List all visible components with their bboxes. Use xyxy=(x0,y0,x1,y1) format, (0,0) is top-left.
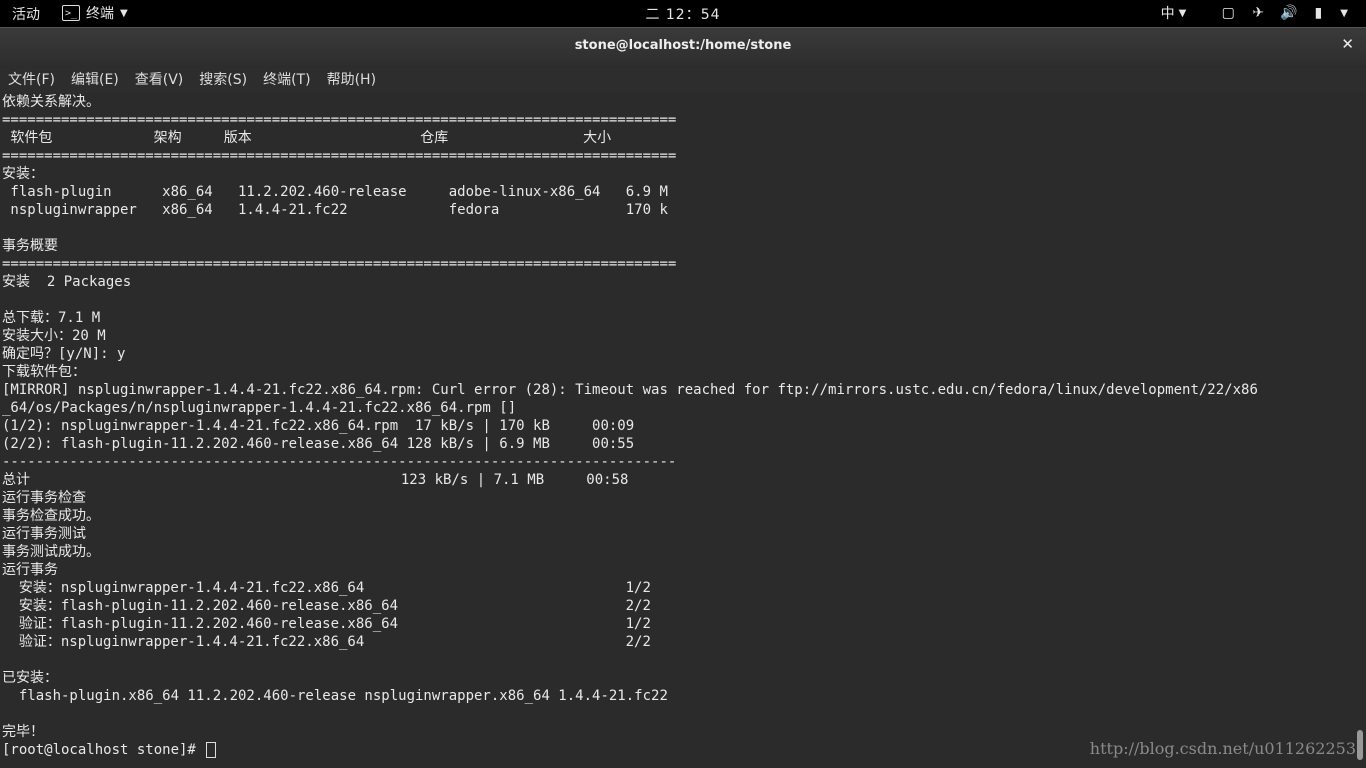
terminal-line: 运行事务测试 xyxy=(2,526,86,542)
menu-help[interactable]: 帮助(H) xyxy=(319,69,384,89)
scrollbar-thumb[interactable] xyxy=(1357,730,1363,760)
terminal-line: _64/os/Packages/n/nspluginwrapper-1.4.4-… xyxy=(2,400,517,416)
close-icon[interactable]: ✕ xyxy=(1341,35,1354,53)
terminal-line: (1/2): nspluginwrapper-1.4.4-21.fc22.x86… xyxy=(2,418,635,434)
terminal-line: 事务概要 xyxy=(2,238,58,254)
system-tray: 中 ▼ ▢ ✈ 🔊 ▮ ▼ xyxy=(1161,3,1348,23)
terminal-line: flash-plugin x86_64 11.2.202.460-release… xyxy=(2,184,668,200)
terminal-line: ----------------------------------------… xyxy=(2,454,677,470)
menu-terminal[interactable]: 终端(T) xyxy=(255,69,318,89)
terminal-line: nspluginwrapper x86_64 1.4.4-21.fc22 fed… xyxy=(2,202,668,218)
terminal-line: 下载软件包： xyxy=(2,364,86,380)
terminal-line: 运行事务检查 xyxy=(2,490,86,506)
terminal-line: 确定吗？[y/N]: y xyxy=(2,346,126,362)
scrollbar[interactable] xyxy=(1352,93,1366,768)
terminal-area[interactable]: 依赖关系解决。 =================================… xyxy=(0,93,1352,768)
window-icon[interactable]: ▢ xyxy=(1220,5,1236,21)
terminal-line: 安装： xyxy=(2,166,44,182)
watermark: http://blog.csdn.net/u011262253 xyxy=(1089,739,1356,758)
terminal-line: ========================================… xyxy=(2,112,677,128)
terminal-line: 事务检查成功。 xyxy=(2,508,100,524)
terminal-line: flash-plugin.x86_64 11.2.202.460-release… xyxy=(2,688,668,704)
menu-view[interactable]: 查看(V) xyxy=(127,69,192,89)
terminal-line: 验证：nspluginwrapper-1.4.4-21.fc22.x86_64 … xyxy=(2,634,651,650)
terminal-line: 软件包 架构 版本 仓库 大小 xyxy=(2,130,612,146)
terminal-line: 事务测试成功。 xyxy=(2,544,100,560)
terminal-line: 已安装： xyxy=(2,670,58,686)
terminal-output: 依赖关系解决。 =================================… xyxy=(0,93,1352,759)
terminal-line: 总下载：7.1 M xyxy=(2,310,101,326)
top-bar: 活动 >_ 终端 ▼ 二 12：54 中 ▼ ▢ ✈ 🔊 ▮ ▼ xyxy=(0,0,1366,27)
input-method-label: 中 xyxy=(1160,6,1175,22)
terminal-line: 安装大小：20 M xyxy=(2,328,106,344)
terminal-line: [MIRROR] nspluginwrapper-1.4.4-21.fc22.x… xyxy=(2,382,1258,398)
airplane-mode-icon[interactable]: ✈ xyxy=(1250,5,1266,21)
window-title: stone@localhost:/home/stone xyxy=(574,38,792,53)
terminal-line: (2/2): flash-plugin-11.2.202.460-release… xyxy=(2,436,635,452)
terminal-line: 验证：flash-plugin-11.2.202.460-release.x86… xyxy=(2,616,651,632)
terminal-line: ========================================… xyxy=(2,256,677,272)
terminal-line: 安装：nspluginwrapper-1.4.4-21.fc22.x86_64 … xyxy=(2,580,651,596)
chevron-down-icon[interactable]: ▼ xyxy=(1340,8,1348,19)
shell-prompt: [root@localhost stone]# xyxy=(2,742,205,758)
menu-edit[interactable]: 编辑(E) xyxy=(63,69,127,89)
terminal-line: ========================================… xyxy=(2,148,677,164)
input-method-menu[interactable]: 中 ▼ xyxy=(1161,3,1187,23)
terminal-line: 安装 2 Packages xyxy=(2,274,132,290)
menu-file[interactable]: 文件(F) xyxy=(0,69,63,89)
volume-icon[interactable]: 🔊 xyxy=(1280,5,1297,21)
menu-bar: 文件(F) 编辑(E) 查看(V) 搜索(S) 终端(T) 帮助(H) xyxy=(0,65,1366,93)
text-cursor xyxy=(206,742,217,758)
terminal-line: 安装：flash-plugin-11.2.202.460-release.x86… xyxy=(2,598,651,614)
chevron-down-icon: ▼ xyxy=(1178,7,1187,19)
terminal-line: 依赖关系解决。 xyxy=(2,94,100,110)
terminal-line: 总计 123 kB/s | 7.1 MB 00:58 xyxy=(2,472,629,488)
battery-icon[interactable]: ▮ xyxy=(1310,5,1326,21)
menu-search[interactable]: 搜索(S) xyxy=(191,69,255,89)
terminal-line: 运行事务 xyxy=(2,562,58,578)
window-titlebar[interactable]: stone@localhost:/home/stone ✕ xyxy=(0,27,1366,65)
